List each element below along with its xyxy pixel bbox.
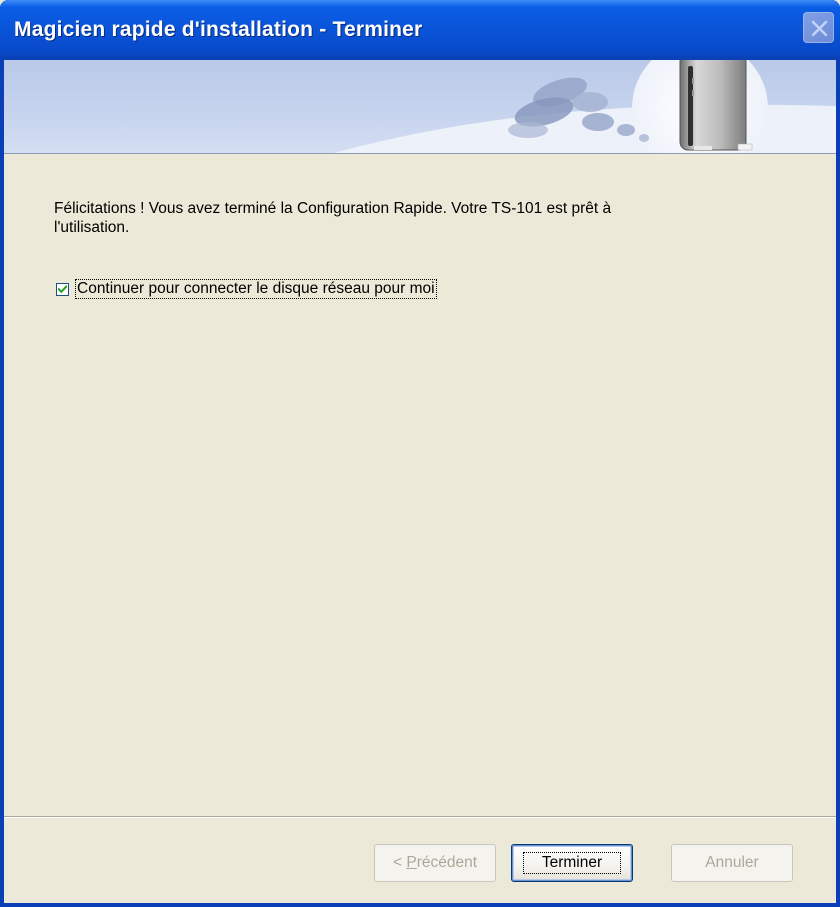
- checkmark-icon: [58, 284, 67, 293]
- header-banner: [4, 60, 836, 154]
- back-button-prefix: <: [392, 854, 407, 871]
- back-button-rest: récédent: [416, 854, 478, 871]
- connect-drive-label[interactable]: Continuer pour connecter le disque résea…: [75, 279, 437, 299]
- finish-button-label: Terminer: [522, 852, 622, 874]
- cancel-button-label: Annuler: [705, 854, 759, 871]
- close-icon: [811, 20, 828, 37]
- connect-drive-checkbox[interactable]: [56, 282, 69, 296]
- message-line-1: Félicitations ! Vous avez terminé la Con…: [54, 200, 612, 217]
- window-frame-bottom: [0, 903, 840, 907]
- close-button[interactable]: [803, 12, 834, 43]
- wizard-body: Félicitations ! Vous avez terminé la Con…: [4, 60, 836, 903]
- connect-drive-option[interactable]: Continuer pour connecter le disque résea…: [56, 279, 437, 299]
- nas-device-image: [334, 60, 836, 153]
- back-button[interactable]: < Précédent: [374, 844, 496, 882]
- completion-message: Félicitations ! Vous avez terminé la Con…: [54, 199, 754, 237]
- wizard-window: Magicien rapide d'installation - Termine…: [0, 0, 840, 907]
- message-line-2: l'utilisation.: [54, 219, 130, 236]
- cancel-button[interactable]: Annuler: [671, 844, 793, 882]
- window-title: Magicien rapide d'installation - Termine…: [14, 18, 423, 41]
- finish-button[interactable]: Terminer: [511, 844, 633, 882]
- footer-separator: [4, 816, 836, 818]
- back-button-accel: P: [406, 854, 417, 871]
- title-bar[interactable]: Magicien rapide d'installation - Termine…: [0, 0, 840, 60]
